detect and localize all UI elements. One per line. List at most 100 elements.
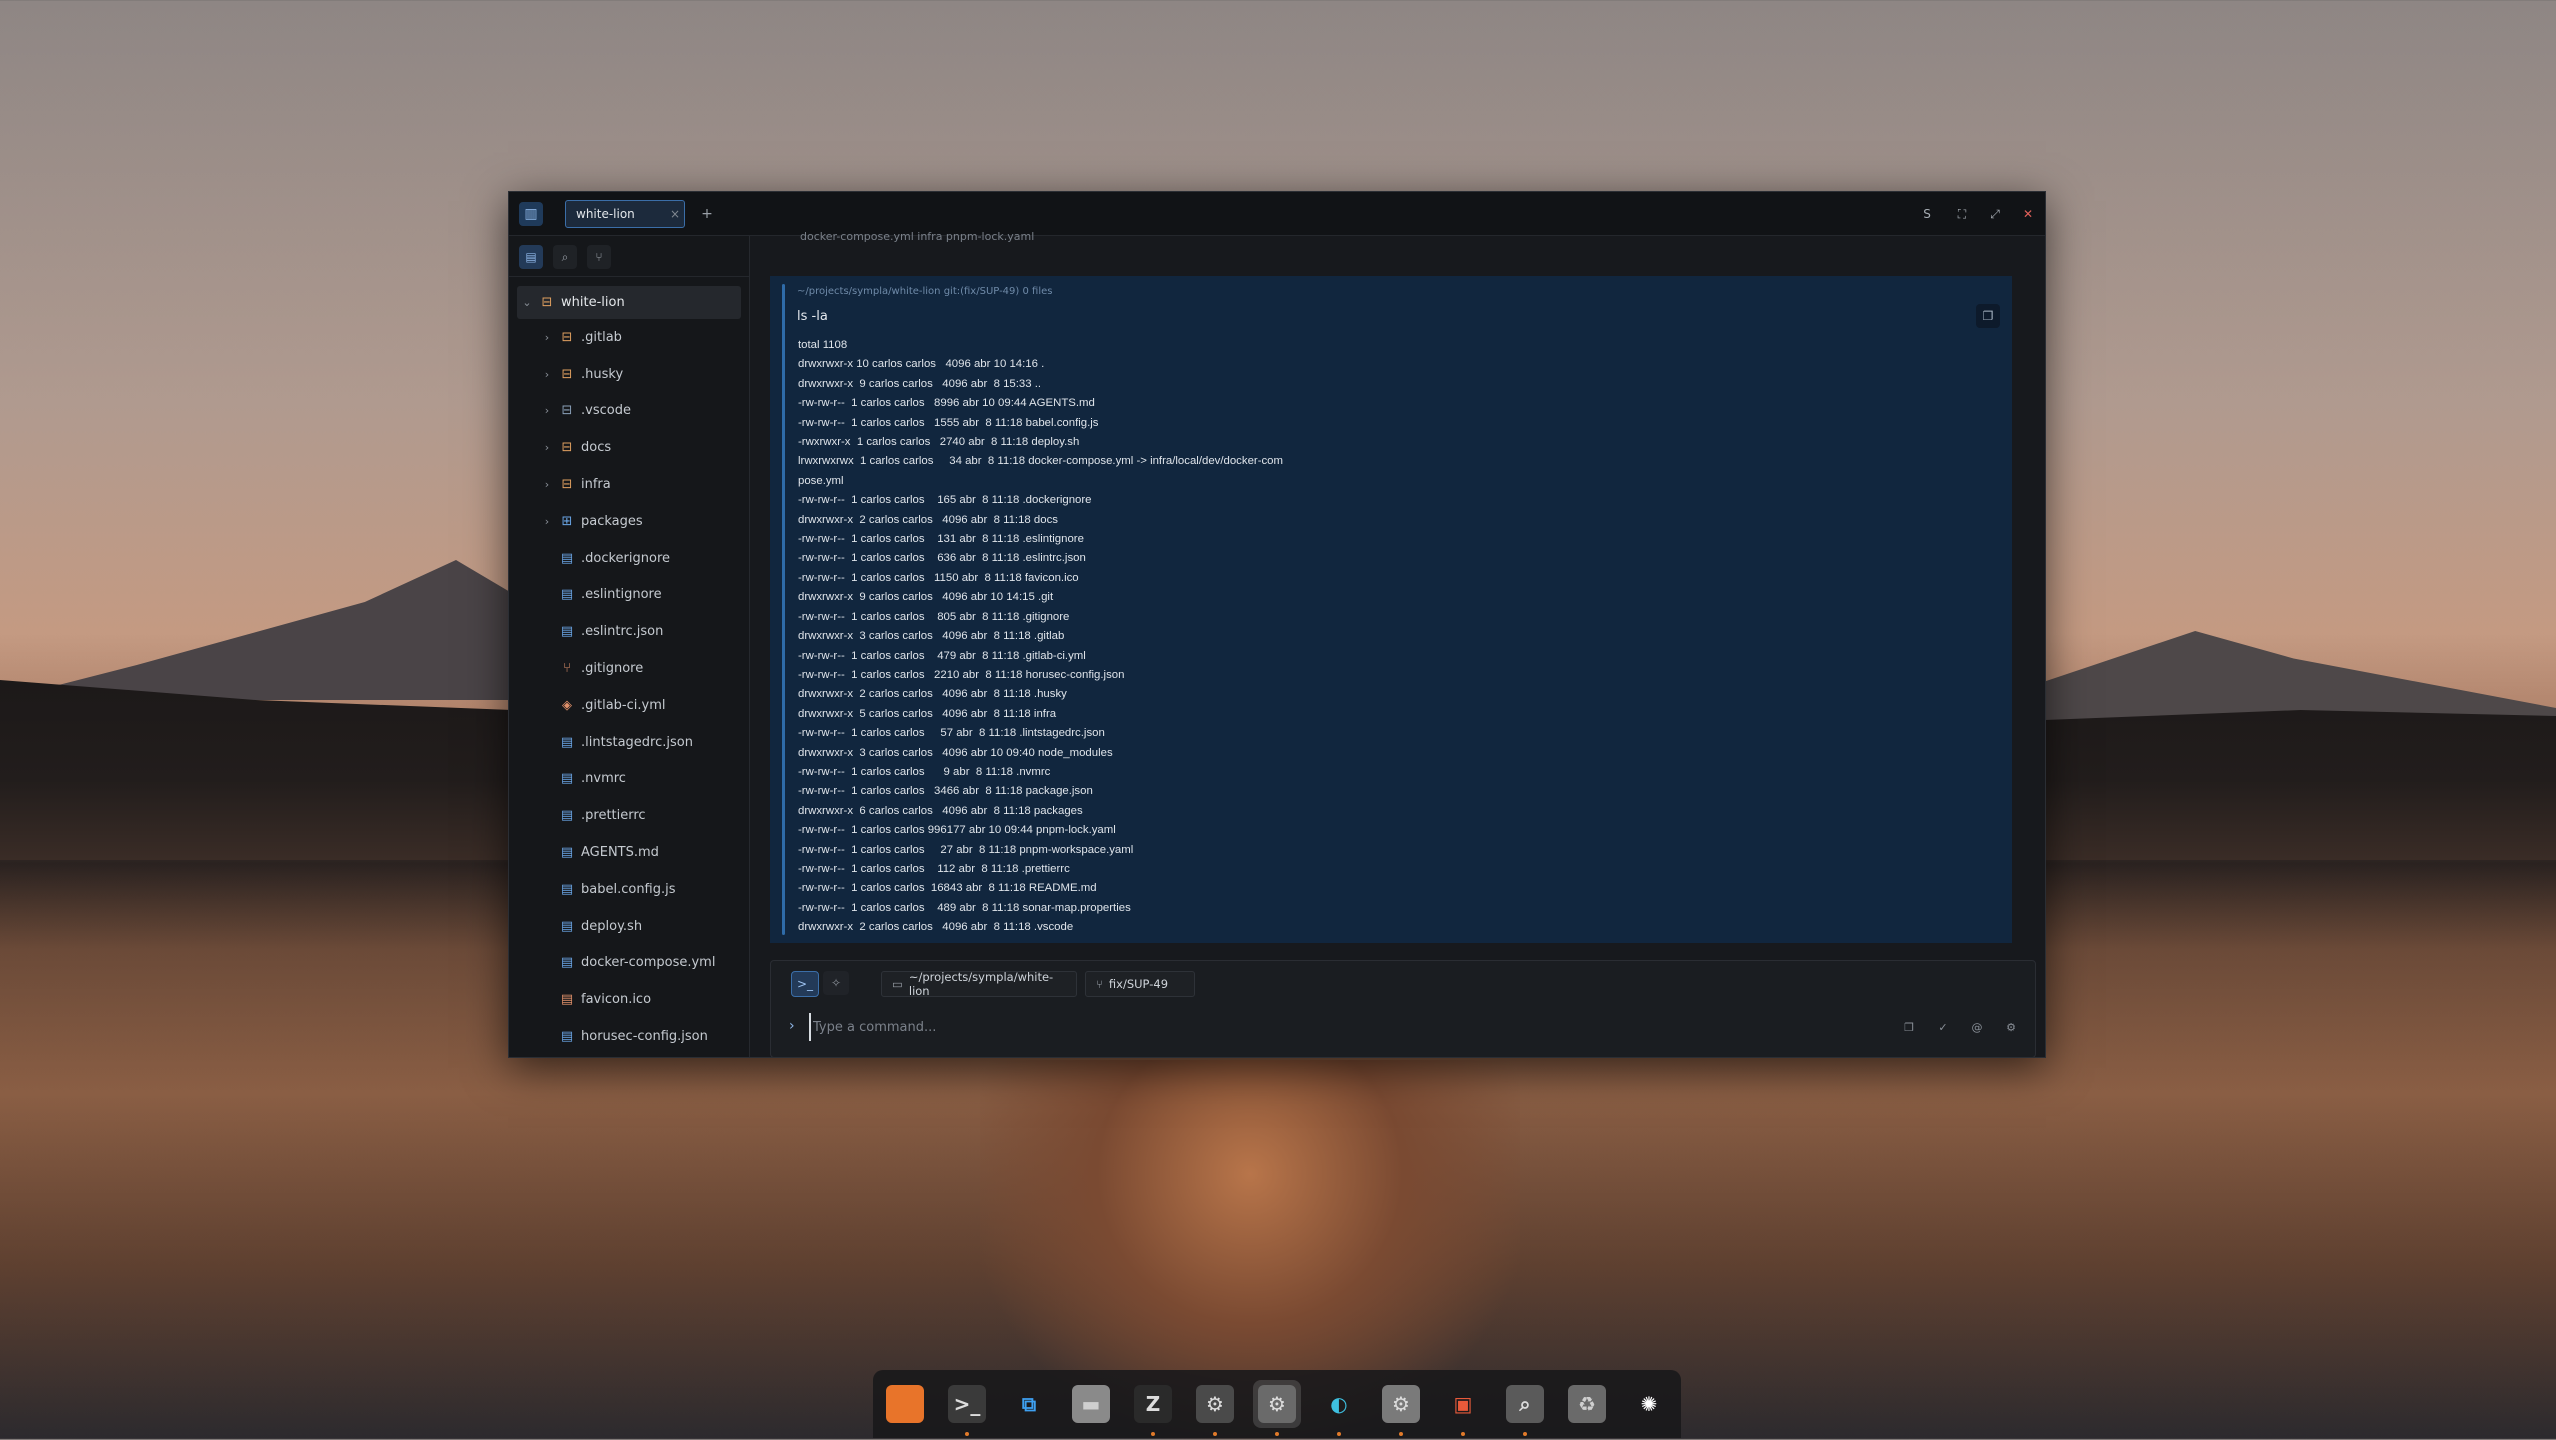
command-block[interactable]: ~/projects/sympla/white-lion git:(fix/SU… [770,276,2012,943]
file-icon: ▤ [560,587,574,603]
output-line: drwxrwxr-x 3 carlos carlos 4096 abr 8 11… [798,630,1065,643]
maximize-icon[interactable]: ⤢ [1983,202,2007,226]
mention-icon[interactable]: @ [1965,1015,1989,1039]
add-tab-button[interactable]: + [695,202,719,226]
tree-item-prettierrc[interactable]: ▤ .prettierrc [517,797,741,834]
tree-root-white-lion[interactable]: ⌄ ⊟ white-lion [517,286,741,319]
block-accent-bar [782,284,785,935]
output-line: drwxrwxr-x 2 carlos carlos 4096 abr 8 11… [798,688,1067,701]
tree-item-nvmrc[interactable]: ▤ .nvmrc [517,761,741,798]
output-line: -rw-rw-r-- 1 carlos carlos 3466 abr 8 11… [798,785,1093,798]
settings-icon[interactable]: ⚙ [1999,1015,2023,1039]
check-icon[interactable]: ✓ [1931,1015,1955,1039]
tree-item-agents-md[interactable]: ▤ AGENTS.md [517,834,741,871]
titlebar: ▥ white-lion × + S ⛶ ⤢ ✕ [509,192,2045,236]
user-badge[interactable]: S [1915,202,1939,226]
tab-close-icon[interactable]: × [666,207,684,221]
tree-item-horusec-config-json[interactable]: ▤ horusec-config.json [517,1018,741,1055]
tree-item-husky[interactable]: › ⊟ .husky [517,356,741,393]
tree-item-gitlab-ci-yml[interactable]: ◈ .gitlab-ci.yml [517,687,741,724]
search-icon[interactable]: ⌕ [553,245,577,269]
running-indicator [1461,1432,1465,1436]
chevron-right-icon: › [544,478,550,492]
dock-settings-1-icon[interactable]: ⚙ [1191,1380,1239,1436]
dock-search-icon[interactable]: ⌕ [1501,1380,1549,1436]
folder-icon: ⊟ [561,440,573,456]
tree-item-infra[interactable]: › ⊟ infra [517,466,741,503]
folder-open-icon: ⊟ [541,295,553,310]
branch-label: fix/SUP-49 [1108,977,1169,991]
output-line: -rw-rw-r-- 1 carlos carlos 489 abr 8 11:… [798,901,1131,914]
copy-output-icon[interactable]: ❐ [1976,304,2000,328]
output-line: -rw-rw-r-- 1 carlos carlos 636 abr 8 11:… [798,552,1086,565]
chevron-right-icon: › [544,441,550,455]
folder-icon: ⊞ [561,513,573,529]
tree-item-label: .vscode [581,403,631,419]
output-line: pose.yml [798,474,844,487]
tree-item-label: deploy.sh [581,918,643,934]
file-icon: ▤ [560,550,574,566]
dock-app-store-icon[interactable]: A [881,1380,929,1428]
output-line: drwxrwxr-x 2 carlos carlos 4096 abr 8 11… [798,513,1058,526]
dock-trash-icon[interactable]: ♻ [1563,1380,1611,1428]
tree-item-label: .lintstagedrc.json [581,734,693,750]
tree-item-deploy-sh[interactable]: ▤ deploy.sh [517,908,741,945]
tree-item-packages[interactable]: › ⊞ packages [517,503,741,540]
dock-glyph: ◐ [1330,1392,1348,1416]
dock-settings-3-icon[interactable]: ⚙ [1377,1380,1425,1436]
tree-item-vscode[interactable]: › ⊟ .vscode [517,393,741,430]
running-indicator [1151,1432,1155,1436]
folder-icon: ▭ [892,977,903,991]
file-tree: ⌄ ⊟ white-lion › ⊟ .gitlab › ⊟ .husky › ⊟ .vscod… [517,286,741,1055]
command-input[interactable] [809,1013,1715,1041]
close-window-icon[interactable]: ✕ [2016,202,2040,226]
tree-item-eslintrc-json[interactable]: ▤ .eslintrc.json [517,613,741,650]
tab-label: white-lion [576,207,635,221]
tree-item-docker-compose-yml[interactable]: ▤ docker-compose.yml [517,945,741,982]
dock-vscode-icon[interactable]: ⧉ [1005,1380,1053,1428]
tree-item-label: packages [581,513,643,529]
dock-ubuntu-icon[interactable]: ✺ [1625,1380,1673,1428]
dock-office-icon[interactable]: ▣ [1439,1380,1487,1436]
ai-mode-icon[interactable]: ✧ [823,971,849,995]
fullscreen-icon[interactable]: ⛶ [1950,202,1974,226]
folder-icon: ⊟ [561,366,573,382]
folder-icon: ⊟ [561,329,573,345]
cwd-chip[interactable]: ▭ ~/projects/sympla/white-lion [881,970,1077,998]
tree-item-label: .husky [581,366,624,382]
branch-chip[interactable]: ⑂ fix/SUP-49 [1085,971,1195,997]
tree-item-gitignore[interactable]: ⑂ .gitignore [517,650,741,687]
output-line: drwxrwxr-x 10 carlos carlos 4096 abr 10 … [798,358,1045,371]
block-command: ls -la [797,309,828,324]
tree-item-label: .dockerignore [581,550,671,566]
dock-edge-icon[interactable]: ◐ [1315,1380,1363,1436]
dock-files-icon[interactable]: ▬ [1067,1380,1115,1428]
tab-white-lion[interactable]: white-lion × [565,200,685,228]
output-line: drwxrwxr-x 9 carlos carlos 4096 abr 10 1… [798,591,1054,604]
terminal-mode-icon[interactable]: >_ [791,971,819,997]
tree-item-lintstagedrc-json[interactable]: ▤ .lintstagedrc.json [517,724,741,761]
clipboard-icon[interactable]: ❐ [1897,1015,1921,1039]
tree-item-label: infra [581,477,611,493]
tree-item-gitlab[interactable]: › ⊟ .gitlab [517,319,741,356]
tree-item-babel-config-js[interactable]: ▤ babel.config.js [517,871,741,908]
dock-terminal-icon[interactable]: >_ [943,1380,991,1436]
file-icon: ◈ [562,697,572,713]
dock: A >_ ⧉ ▬ Z ⚙ ⚙ ◐ ⚙ ▣ ⌕ ♻ ✺ [873,1370,1681,1438]
dock-settings-2-icon[interactable]: ⚙ [1253,1380,1301,1436]
sidebar-toggle-icon[interactable]: ▥ [519,202,543,226]
tree-item-dockerignore[interactable]: ▤ .dockerignore [517,540,741,577]
tree-item-docs[interactable]: › ⊟ docs [517,429,741,466]
files-view-icon[interactable]: ▤ [519,245,543,269]
tree-item-favicon-ico[interactable]: ▤ favicon.ico [517,981,741,1018]
dock-glyph: ⧉ [1021,1392,1037,1416]
git-branch-icon[interactable]: ⑂ [587,245,611,269]
file-icon: ▤ [560,808,574,824]
dock-glyph: A [886,1385,924,1423]
dock-glyph: ♻ [1568,1385,1606,1423]
explorer-toolbar: ▤ ⌕ ⑂ [509,236,749,277]
tree-item-eslintignore[interactable]: ▤ .eslintignore [517,577,741,614]
file-icon: ▤ [560,1029,574,1045]
dock-text-editor-icon[interactable]: Z [1129,1380,1177,1436]
cwd-label: ~/projects/sympla/white-lion [908,970,1054,998]
